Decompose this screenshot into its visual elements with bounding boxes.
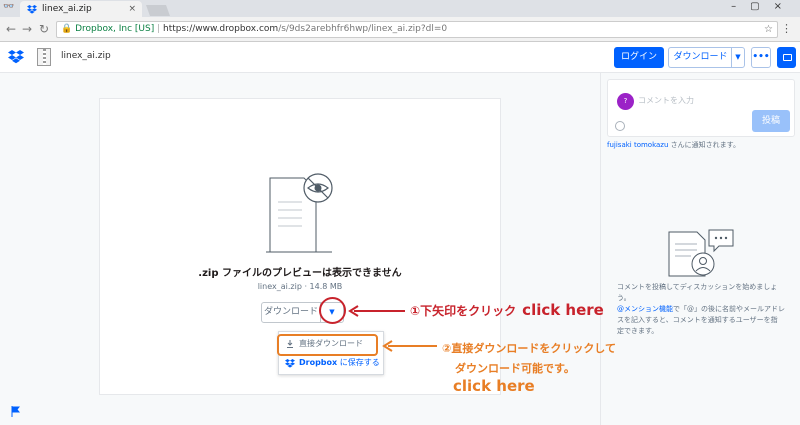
no-preview-illustration [266, 173, 333, 253]
tab-title: linex_ai.zip [42, 4, 92, 14]
address-bar[interactable]: 🔒 Dropbox, Inc [US] | https://www.dropbo… [56, 21, 778, 38]
notify-suffix: さんに通知されます。 [668, 141, 740, 149]
annotation-step1-text: ①下矢印をクリック [410, 304, 517, 318]
annotation-step2-line1: ②直接ダウンロードをクリックして [442, 342, 616, 355]
comment-box: ? コメントを入力 投稿 [607, 79, 795, 137]
reload-icon[interactable]: ↻ [39, 22, 49, 36]
forward-arrow-icon[interactable]: → [22, 22, 32, 36]
notify-user-link[interactable]: fujisaki tomokazu [607, 141, 668, 149]
lock-icon: 🔒 [61, 24, 73, 34]
info-line2: で「@」の後に名前やメールアドレ [673, 305, 785, 313]
annotation-step2-en: click here [453, 377, 535, 395]
comments-panel: ? コメントを入力 投稿 fujisaki tomokazu さんに通知されます… [600, 73, 800, 425]
login-button[interactable]: ログイン [614, 47, 664, 68]
browser-toolbar: ← → ↻ 🔒 Dropbox, Inc [US] | https://www.… [0, 17, 800, 42]
chat-icon [783, 54, 792, 61]
comments-toggle-button[interactable] [777, 47, 796, 68]
post-button[interactable]: 投稿 [752, 110, 790, 132]
notify-text: fujisaki tomokazu さんに通知されます。 [607, 140, 740, 150]
dropbox-favicon-icon [27, 5, 37, 14]
annotation-orange-box [277, 334, 378, 356]
url-host: https://www.dropbox.com [163, 24, 279, 34]
back-arrow-icon[interactable]: ← [6, 22, 16, 36]
info-line1: コメントを投稿してディスカッションを始めましょう。 [617, 283, 778, 302]
header-file-name: linex_ai.zip [61, 51, 111, 61]
save-to-dropbox-brand: Dropbox [299, 358, 338, 367]
tab-close-icon[interactable]: × [128, 1, 136, 17]
avatar: ? [617, 93, 634, 110]
incognito-icon: 👓 [3, 2, 15, 12]
zip-file-icon [37, 48, 51, 66]
window-controls[interactable]: –▢× [731, 1, 796, 12]
dropbox-logo-icon[interactable] [8, 50, 24, 64]
save-to-dropbox-menu-item[interactable]: Dropbox に保存する [285, 355, 380, 371]
info-line4: 定できます。 [617, 327, 659, 335]
site-identity: Dropbox, Inc [US] [75, 24, 155, 34]
dropbox-icon [285, 359, 295, 368]
more-options-button[interactable]: ••• [751, 47, 771, 68]
download-button[interactable]: ダウンロード [261, 302, 321, 323]
preview-unavailable-title: .zip ファイルのプレビューは表示できません [198, 268, 402, 279]
annotation-step2-line2: ダウンロード可能です。 [455, 362, 575, 375]
info-mention: @メンション機能 [617, 305, 673, 313]
browser-tab[interactable]: linex_ai.zip × [20, 1, 142, 17]
info-line3: スを記入すると、コメントを通知するユーザーを指 [617, 316, 778, 324]
bookmark-star-icon[interactable]: ☆ [764, 22, 773, 37]
browser-menu-icon[interactable]: ⋮ [781, 22, 792, 35]
header-download-button[interactable]: ダウンロード [668, 47, 732, 68]
annotation-red-circle [319, 297, 346, 324]
header-download-dropdown-icon[interactable]: ▼ [731, 47, 745, 68]
new-tab-button[interactable] [145, 5, 171, 16]
file-meta: linex_ai.zip · 14.8 MB [257, 282, 343, 291]
browser-tabbar: 👓 linex_ai.zip × –▢× [0, 0, 800, 17]
annotation-step1: ①下矢印をクリック click here [410, 301, 604, 319]
emoji-icon[interactable] [615, 121, 625, 131]
comments-illustration [668, 229, 734, 277]
flag-icon[interactable] [11, 406, 20, 417]
url-path: /s/9ds2arebhfr6hwp/linex_ai.zip?dl=0 [278, 24, 448, 34]
comments-info-text: コメントを投稿してディスカッションを始めましょう。 @メンション機能で「@」の後… [617, 282, 789, 337]
dropbox-header: linex_ai.zip ログイン ダウンロード ▼ ••• [0, 42, 800, 73]
save-to-dropbox-label: に保存する [337, 358, 380, 367]
comment-input[interactable]: コメントを入力 [638, 95, 694, 106]
annotation-step1-en: click here [522, 301, 604, 319]
